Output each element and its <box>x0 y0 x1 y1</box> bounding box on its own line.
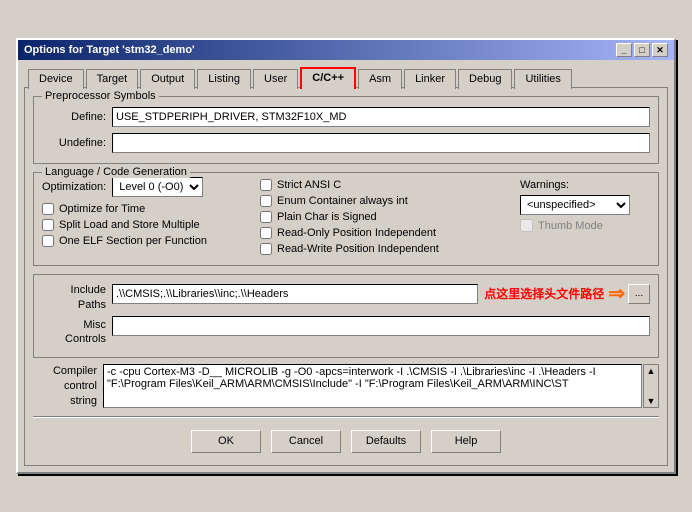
window-title: Options for Target 'stm32_demo' <box>24 44 195 56</box>
strict-ansi-row: Strict ANSI C <box>260 179 512 191</box>
read-only-pos-label: Read-Only Position Independent <box>277 227 436 239</box>
read-write-pos-row: Read-Write Position Independent <box>260 243 512 255</box>
include-paths-input[interactable] <box>112 284 478 304</box>
tab-user[interactable]: User <box>253 69 298 89</box>
plain-char-checkbox[interactable] <box>260 211 272 223</box>
define-label: Define: <box>42 111 112 123</box>
include-paths-input-wrap: 点这里选择头文件路径 ⇒ ... <box>112 281 650 306</box>
tab-linker[interactable]: Linker <box>404 69 456 89</box>
warnings-label: Warnings: <box>520 179 650 191</box>
misc-controls-label: MiscControls <box>42 316 112 347</box>
split-load-label: Split Load and Store Multiple <box>59 219 200 231</box>
undefine-label: Undefine: <box>42 137 112 149</box>
ok-button[interactable]: OK <box>191 430 261 453</box>
define-input[interactable] <box>112 107 650 127</box>
define-row: Define: <box>42 107 650 127</box>
read-write-pos-checkbox[interactable] <box>260 243 272 255</box>
read-only-pos-checkbox[interactable] <box>260 227 272 239</box>
warnings-dropdown[interactable]: <unspecified> No Warnings All Warnings <box>520 195 630 215</box>
arrow-icon: ⇒ <box>608 281 625 306</box>
close-button[interactable]: ✕ <box>652 43 668 57</box>
tab-device[interactable]: Device <box>28 69 84 89</box>
one-elf-label: One ELF Section per Function <box>59 235 207 247</box>
tab-target[interactable]: Target <box>86 69 139 89</box>
optimization-label: Optimization: <box>42 181 106 193</box>
thumb-mode-label: Thumb Mode <box>538 220 603 232</box>
enum-container-label: Enum Container always int <box>277 195 408 207</box>
read-only-pos-row: Read-Only Position Independent <box>260 227 512 239</box>
tab-bar: Device Target Output Listing User C/C++ … <box>24 66 668 88</box>
compiler-control-textarea[interactable]: -c -cpu Cortex-M3 -D__ MICROLIB -g -O0 -… <box>103 364 642 408</box>
main-window: Options for Target 'stm32_demo' _ □ ✕ De… <box>16 38 676 473</box>
include-paths-row: IncludePaths 点这里选择头文件路径 ⇒ ... <box>42 281 650 312</box>
enum-container-checkbox[interactable] <box>260 195 272 207</box>
optimize-time-label: Optimize for Time <box>59 203 145 215</box>
minimize-button[interactable]: _ <box>616 43 632 57</box>
plain-char-row: Plain Char is Signed <box>260 211 512 223</box>
undefine-row: Undefine: <box>42 133 650 153</box>
enum-container-row: Enum Container always int <box>260 195 512 207</box>
lang-right-col: Warnings: <unspecified> No Warnings All … <box>520 177 650 259</box>
preprocessor-label: Preprocessor Symbols <box>42 90 159 102</box>
tab-content: Preprocessor Symbols Define: Undefine: L… <box>24 87 668 465</box>
include-section: IncludePaths 点这里选择头文件路径 ⇒ ... MiscContro… <box>33 274 659 357</box>
misc-controls-input[interactable] <box>112 316 650 336</box>
thumb-mode-row: Thumb Mode <box>520 219 650 232</box>
one-elf-checkbox[interactable] <box>42 235 54 247</box>
preprocessor-group: Preprocessor Symbols Define: Undefine: <box>33 96 659 164</box>
divider <box>33 416 659 418</box>
optimization-dropdown[interactable]: Level 0 (-O0) Level 1 (-O1) Level 2 (-O2… <box>112 177 203 197</box>
compiler-input-wrap: -c -cpu Cortex-M3 -D__ MICROLIB -g -O0 -… <box>103 364 659 408</box>
browse-button[interactable]: ... <box>628 284 650 304</box>
optimize-time-row: Optimize for Time <box>42 203 252 215</box>
tab-asm[interactable]: Asm <box>358 69 402 89</box>
thumb-mode-checkbox[interactable] <box>520 219 533 232</box>
strict-ansi-label: Strict ANSI C <box>277 179 341 191</box>
help-button[interactable]: Help <box>431 430 501 453</box>
compiler-control-label: Compilercontrolstring <box>33 364 103 410</box>
tab-utilities[interactable]: Utilities <box>514 69 571 89</box>
tab-debug[interactable]: Debug <box>458 69 512 89</box>
misc-input-wrap <box>112 316 650 336</box>
include-paths-label: IncludePaths <box>42 281 112 312</box>
tab-output[interactable]: Output <box>140 69 195 89</box>
maximize-button[interactable]: □ <box>634 43 650 57</box>
tab-cpp[interactable]: C/C++ <box>300 67 356 89</box>
plain-char-label: Plain Char is Signed <box>277 211 377 223</box>
defaults-button[interactable]: Defaults <box>351 430 421 453</box>
language-label: Language / Code Generation <box>42 166 190 178</box>
misc-controls-row: MiscControls <box>42 316 650 347</box>
window-body: Device Target Output Listing User C/C++ … <box>18 60 674 471</box>
title-bar-buttons: _ □ ✕ <box>616 43 668 57</box>
lang-left-col: Optimization: Level 0 (-O0) Level 1 (-O1… <box>42 177 252 259</box>
strict-ansi-checkbox[interactable] <box>260 179 272 191</box>
optimize-time-checkbox[interactable] <box>42 203 54 215</box>
lang-middle-col: Strict ANSI C Enum Container always int … <box>260 177 512 259</box>
cancel-button[interactable]: Cancel <box>271 430 341 453</box>
one-elf-row: One ELF Section per Function <box>42 235 252 247</box>
split-load-checkbox[interactable] <box>42 219 54 231</box>
annotation-text: 点这里选择头文件路径 <box>484 285 604 302</box>
read-write-pos-label: Read-Write Position Independent <box>277 243 439 255</box>
title-bar: Options for Target 'stm32_demo' _ □ ✕ <box>18 40 674 60</box>
compiler-control-row: Compilercontrolstring -c -cpu Cortex-M3 … <box>33 364 659 410</box>
scrollbar[interactable]: ▲ ▼ <box>643 364 659 408</box>
split-load-row: Split Load and Store Multiple <box>42 219 252 231</box>
undefine-input[interactable] <box>112 133 650 153</box>
bottom-bar: OK Cancel Defaults Help <box>33 424 659 457</box>
language-section: Optimization: Level 0 (-O0) Level 1 (-O1… <box>42 177 650 259</box>
tab-listing[interactable]: Listing <box>197 69 251 89</box>
language-group: Language / Code Generation Optimization:… <box>33 172 659 266</box>
optimization-row: Optimization: Level 0 (-O0) Level 1 (-O1… <box>42 177 252 197</box>
